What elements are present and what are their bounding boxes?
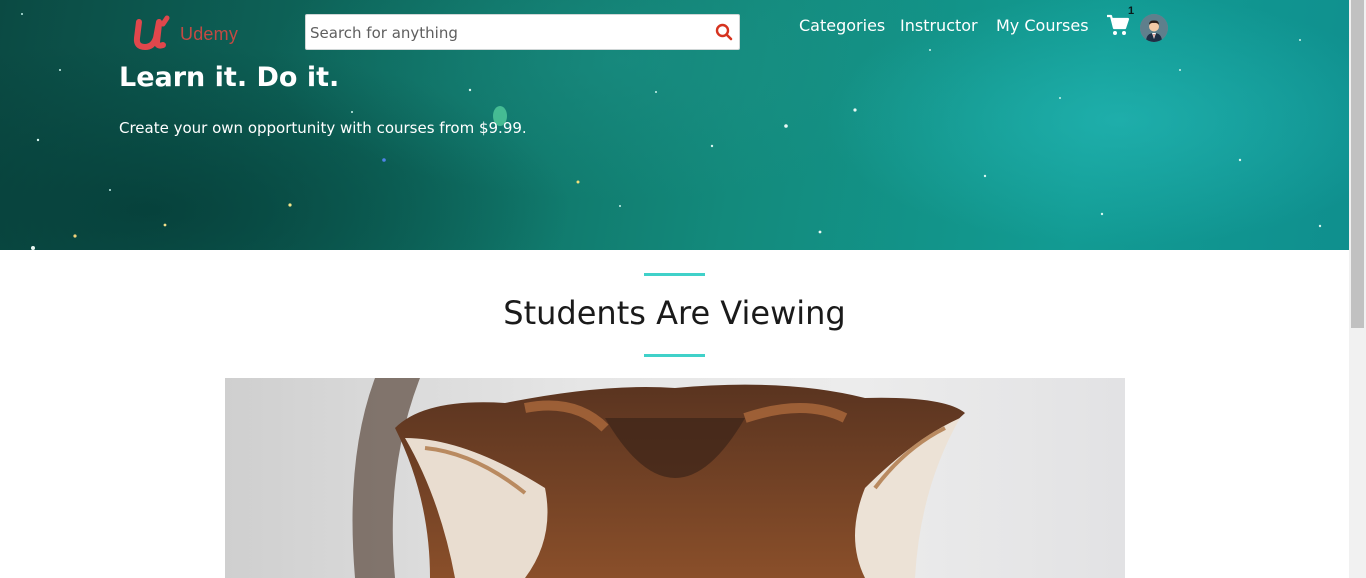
- page: Udemy Categories Instructor My Courses 1: [0, 0, 1349, 578]
- hero-title: Learn it. Do it.: [119, 62, 340, 93]
- search-input[interactable]: [308, 16, 702, 50]
- hero-subtitle: Create your own opportunity with courses…: [119, 119, 527, 137]
- featured-course-image[interactable]: [225, 378, 1125, 578]
- section-divider-top: [644, 273, 705, 276]
- nav-my-courses[interactable]: My Courses: [996, 16, 1089, 35]
- fox-photo: [352, 378, 965, 578]
- nav-categories[interactable]: Categories: [799, 16, 885, 35]
- udemy-logo[interactable]: Udemy: [133, 14, 253, 52]
- scrollbar-thumb[interactable]: [1351, 0, 1364, 328]
- cart-button[interactable]: [1106, 13, 1130, 37]
- user-avatar[interactable]: [1140, 14, 1168, 42]
- search-icon: [715, 23, 733, 41]
- user-avatar-icon: [1140, 14, 1168, 42]
- section-divider-bottom: [644, 354, 705, 357]
- cart-icon: [1107, 14, 1130, 35]
- vertical-scrollbar[interactable]: [1349, 0, 1366, 578]
- udemy-u-icon: [133, 15, 170, 51]
- nav-instructor[interactable]: Instructor: [900, 16, 978, 35]
- logo-text: Udemy: [180, 24, 239, 44]
- hero-banner: Udemy Categories Instructor My Courses 1: [0, 0, 1349, 250]
- search-bar: [305, 14, 740, 50]
- section-title: Students Are Viewing: [503, 294, 846, 332]
- cart-count-badge: 1: [1128, 5, 1135, 17]
- search-button[interactable]: [713, 21, 735, 43]
